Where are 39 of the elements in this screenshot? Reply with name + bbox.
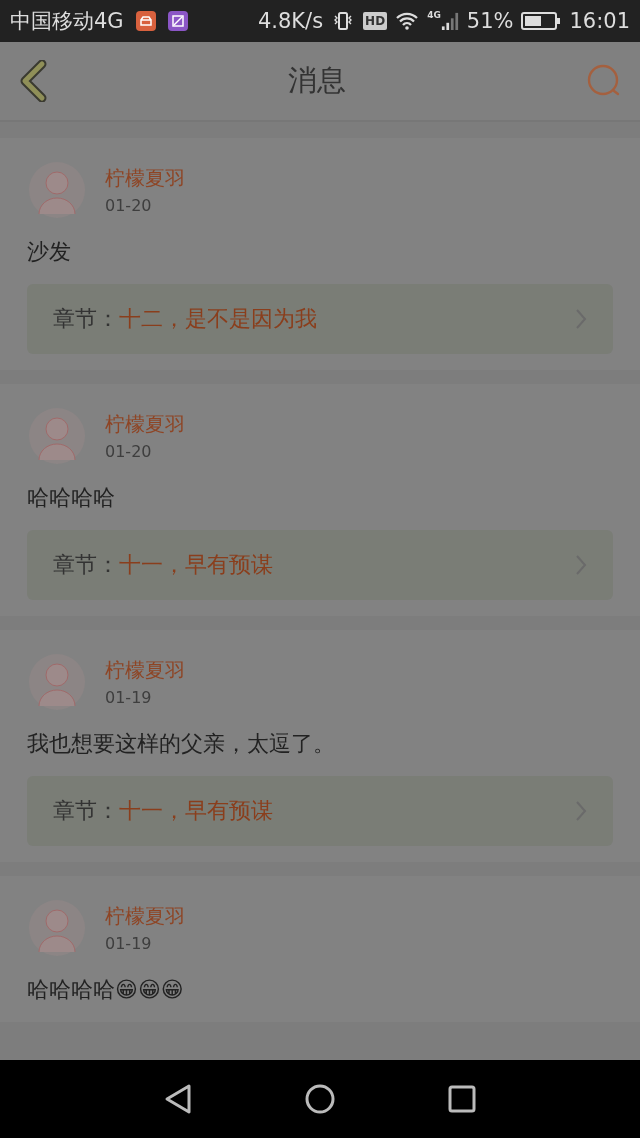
comment-text: 我也想要这样的父亲，太逗了。 bbox=[27, 730, 336, 758]
image-notification-icon bbox=[167, 11, 188, 31]
chapter-title: 十二，是不是因为我 bbox=[119, 305, 317, 333]
comment-text: 哈哈哈哈 bbox=[27, 484, 116, 512]
chapter-label: 章节： bbox=[53, 305, 119, 333]
page-title: 消息 bbox=[288, 62, 346, 99]
post-date: 01-20 bbox=[105, 442, 153, 461]
comment-text: 哈哈哈哈😁😁😁 bbox=[27, 976, 185, 1004]
chapter-link[interactable]: 章节：十一，早有预谋 bbox=[27, 530, 613, 600]
post-date: 01-19 bbox=[105, 934, 153, 953]
chapter-label: 章节： bbox=[53, 551, 119, 579]
user-name[interactable]: 柠檬夏羽 bbox=[105, 411, 185, 438]
chapter-label: 章节： bbox=[53, 797, 119, 825]
comment-text: 沙发 bbox=[27, 238, 72, 266]
network-type: 4G bbox=[427, 10, 441, 20]
signal-icon bbox=[440, 10, 459, 32]
mail-notification-icon bbox=[135, 11, 156, 31]
network-speed: 4.8K/s bbox=[257, 9, 324, 33]
avatar-icon bbox=[27, 406, 87, 466]
chapter-link[interactable]: 章节：十一，早有预谋 bbox=[27, 776, 613, 846]
chapter-title: 十一，早有预谋 bbox=[119, 797, 273, 825]
post-date: 01-19 bbox=[105, 688, 153, 707]
chapter-title: 十一，早有预谋 bbox=[119, 551, 273, 579]
battery-percent: 51% bbox=[466, 9, 514, 33]
home-nav-icon[interactable] bbox=[304, 1083, 336, 1115]
avatar-icon bbox=[27, 160, 87, 220]
avatar-icon bbox=[27, 652, 87, 712]
user-name[interactable]: 柠檬夏羽 bbox=[105, 657, 185, 684]
hd-badge: HD bbox=[363, 12, 388, 30]
carrier-text: 中国移动4G bbox=[10, 8, 124, 35]
post-date: 01-20 bbox=[105, 196, 153, 215]
chapter-link[interactable]: 章节：十二，是不是因为我 bbox=[27, 284, 613, 354]
battery-icon bbox=[521, 11, 562, 31]
user-name[interactable]: 柠檬夏羽 bbox=[105, 903, 185, 930]
clock-time: 16:01 bbox=[569, 9, 630, 33]
wifi-icon bbox=[395, 10, 420, 32]
recents-nav-icon[interactable] bbox=[446, 1083, 478, 1115]
avatar-icon bbox=[27, 898, 87, 958]
user-name[interactable]: 柠檬夏羽 bbox=[105, 165, 185, 192]
